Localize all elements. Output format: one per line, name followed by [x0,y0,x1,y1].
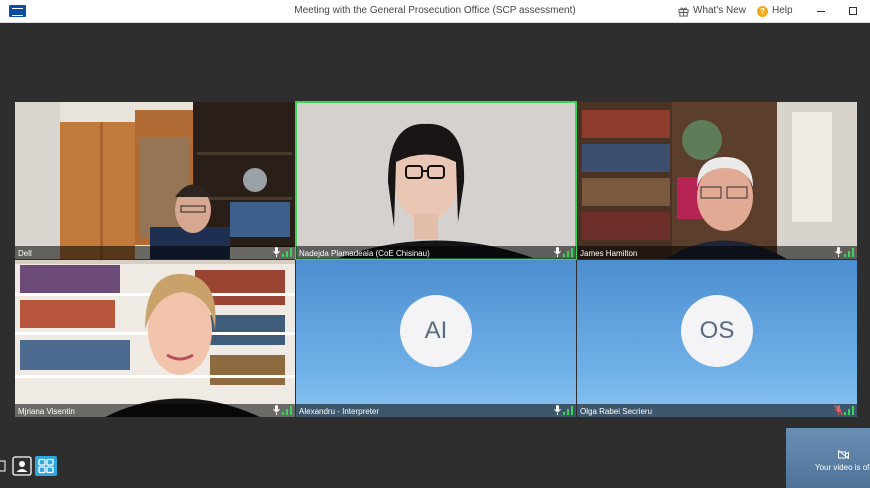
participant-name: James Hamilton [580,249,638,258]
participant-tile-olga-rabei-secrieru[interactable]: OS Olga Rabei Secrieru [577,260,857,417]
video-off-status: Your video is of [815,463,870,472]
whats-new-label: What's New [693,5,747,16]
signal-strength-icon [282,406,292,415]
participant-name: Olga Rabei Secrieru [580,407,653,416]
video-feed [15,260,295,417]
participant-tile-alexandru[interactable]: AI Alexandru - Interpreter [296,260,576,417]
help-button[interactable]: ? Help [757,0,793,22]
participant-tile-dell[interactable]: Dell [15,102,295,259]
participant-tile-mjriana-visentin[interactable]: Mjriana Visentin [15,260,295,417]
microphone-icon [554,247,561,257]
microphone-icon [554,405,561,415]
gift-icon [678,6,689,17]
participant-tile-james-hamilton[interactable]: James Hamilton [577,102,857,259]
microphone-icon [835,247,842,257]
signal-strength-icon [844,248,854,257]
help-icon: ? [757,5,768,17]
video-feed [577,102,857,259]
minimize-button[interactable] [812,0,830,22]
help-label: Help [772,5,793,16]
maximize-button[interactable] [844,0,862,22]
participant-avatar-initials: AI [400,294,472,367]
signal-strength-icon [282,248,292,257]
microphone-icon [273,405,280,415]
whats-new-button[interactable]: What's New [678,0,746,22]
participant-name: Mjriana Visentin [18,407,75,416]
signal-strength-icon [844,406,854,415]
speaker-view-icon[interactable] [0,456,8,476]
microphone-icon [273,247,280,257]
title-bar: Meeting with the General Prosecution Off… [0,0,870,23]
participant-avatar-initials: OS [681,294,753,367]
microphone-muted-icon [834,405,843,415]
signal-strength-icon [563,406,573,415]
participant-name: Dell [18,249,32,258]
grid-view-button[interactable] [35,456,57,476]
camera-off-icon [838,450,849,459]
participant-name: Alexandru - Interpreter [299,407,380,416]
self-video-preview[interactable]: Your video is of [786,428,870,488]
participant-name: Nadejda Plamadeala (CoE Chisinau) [299,249,430,258]
participant-tile-nadejda[interactable]: Nadejda Plamadeala (CoE Chisinau) [295,101,577,260]
video-feed [15,102,295,259]
focus-view-button[interactable] [12,456,32,476]
video-feed [296,102,576,259]
signal-strength-icon [563,248,573,257]
name-bar [15,246,295,259]
